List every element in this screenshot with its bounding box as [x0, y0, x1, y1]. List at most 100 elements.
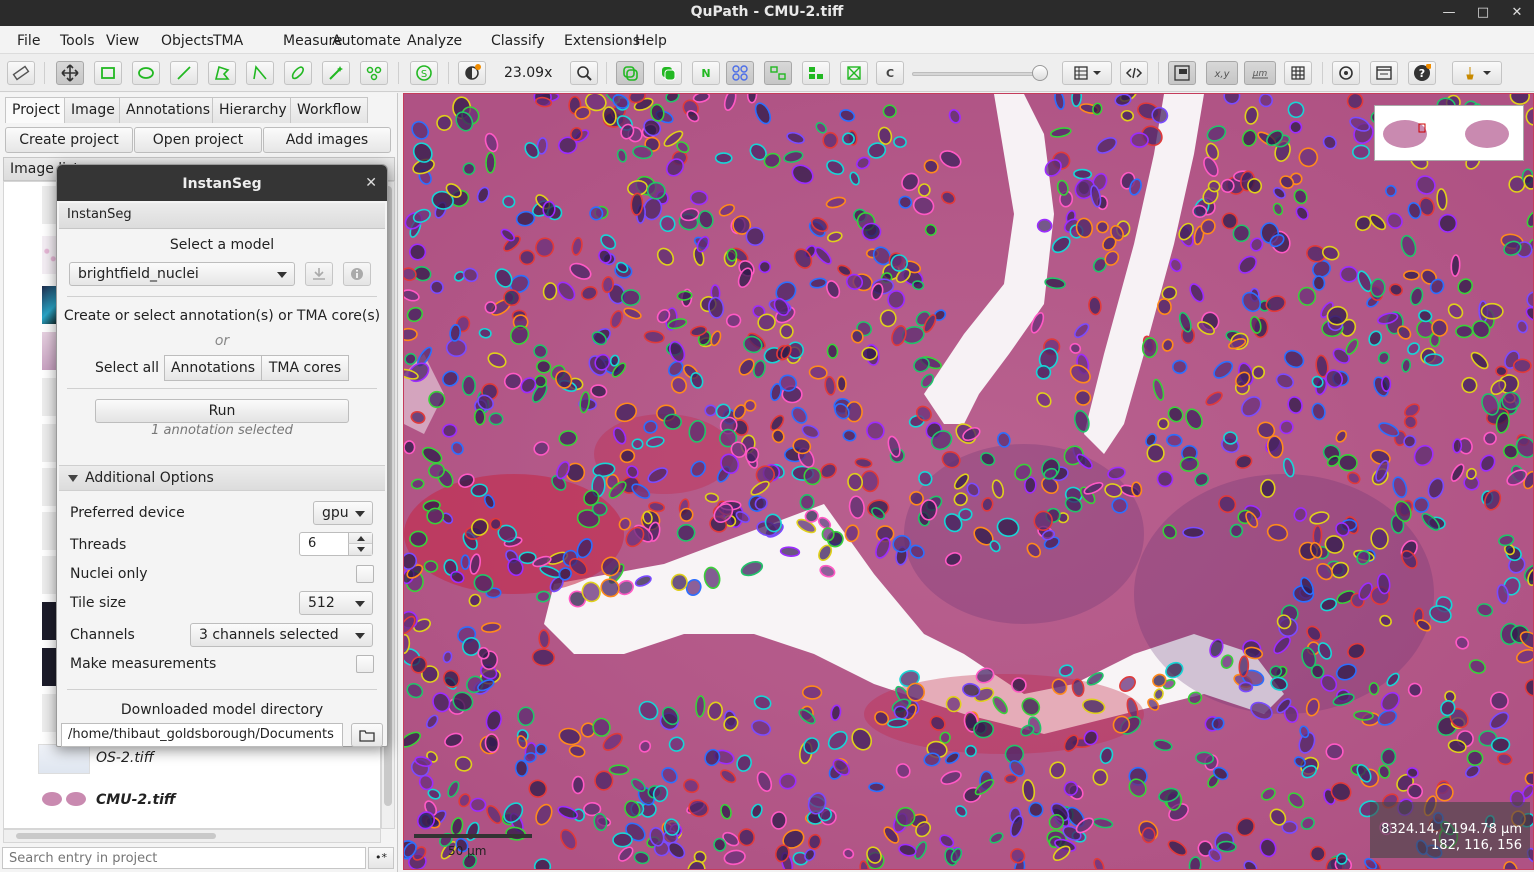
move-icon[interactable] [56, 61, 84, 85]
scalebar-icon[interactable]: μm [1244, 61, 1276, 85]
image-entry-os2[interactable]: OS-2.tiff [96, 750, 154, 766]
channels-value: 3 channels selected [199, 627, 339, 643]
menu-file[interactable]: File [17, 33, 40, 49]
nucleus-outline [861, 346, 878, 361]
threads-value: 6 [308, 536, 317, 551]
create-project-button[interactable]: Create project [5, 127, 133, 153]
nucleus-outline [890, 254, 909, 272]
menu-measure[interactable]: Automate [332, 33, 401, 49]
tab-project[interactable]: Project [5, 97, 67, 123]
overview-thumbnail[interactable] [1374, 105, 1524, 161]
spinner-up-icon[interactable] [348, 533, 372, 544]
nucleus-outline [917, 183, 931, 197]
opacity-slider[interactable] [912, 72, 1046, 76]
channels-select[interactable]: 3 channels selected [190, 623, 373, 647]
select-model-label: Select a model [169, 237, 275, 253]
help-icon[interactable]: ? [1408, 61, 1436, 85]
minimize-button[interactable]: — [1434, 2, 1464, 24]
dialog-titlebar[interactable]: InstanSeg ✕ [57, 165, 387, 201]
opacity-slider-thumb[interactable] [1032, 65, 1048, 81]
menu-tools[interactable]: View [106, 33, 139, 49]
menu-view[interactable]: Objects [161, 33, 214, 49]
image-list-horizontal-scrollbar[interactable] [3, 829, 381, 843]
tab-hierarchy[interactable]: Hierarchy [212, 97, 294, 123]
nucleus-outline [621, 289, 641, 307]
model-info-button[interactable] [343, 262, 371, 286]
points-icon[interactable] [360, 61, 388, 85]
brush-icon[interactable] [284, 61, 312, 85]
show-names-icon[interactable]: N [692, 61, 720, 85]
tab-workflow[interactable]: Workflow [290, 97, 369, 123]
counting-grid-icon[interactable] [1284, 61, 1312, 85]
threads-spinner[interactable]: 6 [299, 532, 373, 556]
show-tma-grid-icon[interactable] [726, 61, 754, 85]
selection-mode-icon[interactable]: S [410, 61, 438, 85]
tile-size-select[interactable]: 512 [299, 591, 373, 615]
menu-analyze[interactable]: Classify [491, 33, 545, 49]
browse-directory-button[interactable] [351, 723, 383, 747]
show-annotations-icon[interactable] [616, 61, 644, 85]
search-options-button[interactable]: •* [368, 847, 394, 869]
threads-label: Threads [70, 537, 127, 553]
tab-image[interactable]: Image [64, 97, 122, 123]
show-detections-icon[interactable] [764, 61, 792, 85]
select-annotations-button[interactable]: Annotations [164, 355, 262, 381]
grid-icon[interactable] [1062, 61, 1112, 85]
image-thumbnail[interactable] [38, 744, 90, 774]
nuclei-only-checkbox[interactable] [356, 565, 374, 583]
pixel-classification-icon[interactable]: C [876, 61, 904, 85]
nucleus-outline [1172, 359, 1188, 375]
make-measurements-checkbox[interactable] [356, 655, 374, 673]
model-select[interactable]: brightfield_nuclei [69, 262, 295, 286]
polygon-icon[interactable] [208, 61, 236, 85]
extensions-icon[interactable] [1452, 61, 1502, 85]
add-images-button[interactable]: Add images [263, 127, 391, 153]
nucleus-outline [409, 530, 428, 548]
search-input[interactable] [2, 847, 366, 869]
ellipse-icon[interactable] [132, 61, 160, 85]
nucleus-outline [488, 412, 504, 426]
log-icon[interactable] [1370, 61, 1398, 85]
menu-extensions[interactable]: Help [635, 33, 667, 49]
make-measurements-label: Make measurements [70, 656, 217, 672]
menu-edit[interactable]: Tools [60, 33, 95, 49]
spinner-down-icon[interactable] [348, 544, 372, 555]
download-model-button[interactable] [305, 262, 333, 286]
wand-icon[interactable] [322, 61, 350, 85]
preferences-icon[interactable] [1332, 61, 1360, 85]
show-connections-icon[interactable] [840, 61, 868, 85]
preferred-device-select[interactable]: gpu [313, 501, 373, 525]
select-tma-cores-button[interactable]: TMA cores [261, 355, 349, 381]
image-viewer[interactable]: 50 µm 8324.14, 7194.78 µm 182, 116, 156 [403, 93, 1534, 870]
location-icon[interactable]: x,y [1206, 61, 1238, 85]
nucleus-outline [676, 290, 693, 301]
run-button[interactable]: Run [95, 399, 349, 423]
overview-icon[interactable] [1168, 61, 1196, 85]
nucleus-outline [612, 832, 633, 848]
image-thumbnail[interactable] [38, 786, 90, 812]
model-directory-field[interactable]: /home/thibaut_goldsborough/Documents [61, 723, 343, 747]
zoom-to-fit-icon[interactable] [570, 61, 598, 85]
polyline-icon[interactable] [246, 61, 274, 85]
maximize-button[interactable]: □ [1468, 2, 1498, 24]
line-icon[interactable] [170, 61, 198, 85]
image-entry-cmu2[interactable]: CMU-2.tiff [96, 792, 176, 808]
script-icon[interactable] [1120, 61, 1148, 85]
dialog-close-icon[interactable]: ✕ [365, 175, 377, 191]
additional-options-toggle[interactable]: Additional Options [59, 465, 385, 491]
brightness-contrast-icon[interactable] [458, 61, 486, 85]
section-title: InstanSeg [67, 207, 132, 222]
menu-classify[interactable]: Extensions [564, 33, 640, 49]
tab-annotations[interactable]: Annotations [119, 97, 218, 123]
fill-annotations-icon[interactable] [654, 61, 682, 85]
rectangle-icon[interactable] [94, 61, 122, 85]
menu-objects[interactable]: TMA [213, 33, 243, 49]
open-project-button[interactable]: Open project [134, 127, 262, 153]
scale-bar-label: 50 µm [448, 844, 487, 858]
nucleus-outline [695, 695, 706, 718]
close-window-button[interactable]: ✕ [1502, 2, 1532, 24]
menu-automate[interactable]: Analyze [407, 33, 462, 49]
fill-detections-icon[interactable] [802, 61, 830, 85]
ruler-icon[interactable] [7, 61, 35, 85]
nucleus-outline [919, 499, 938, 521]
